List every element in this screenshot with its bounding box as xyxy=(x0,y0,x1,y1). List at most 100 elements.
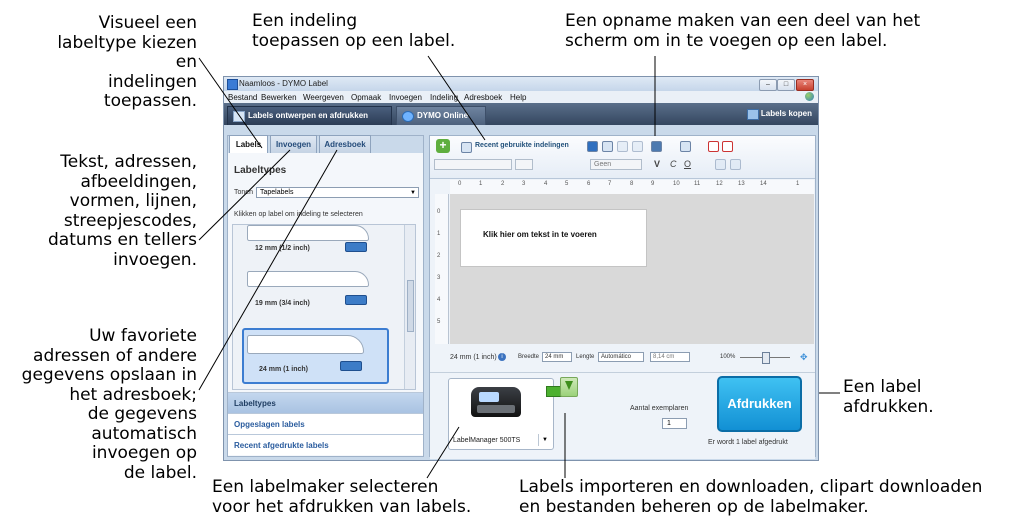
ruler-tick: 9 xyxy=(651,181,655,187)
tab-dymo-online[interactable]: DYMO Online xyxy=(396,106,486,125)
label-thumb-24mm xyxy=(247,335,364,354)
print-button[interactable]: Afdrukken xyxy=(717,376,802,432)
label-caption-24mm: 24 mm (1 inch) xyxy=(259,366,309,373)
minimize-button[interactable]: – xyxy=(759,79,777,91)
image-frame-icon[interactable] xyxy=(680,141,691,152)
tab-design-label: Labels ontwerpen en afdrukken xyxy=(248,111,369,120)
screenshot-icon[interactable] xyxy=(651,141,662,152)
font-size-select[interactable] xyxy=(515,159,533,170)
layout-menu-icon[interactable] xyxy=(345,242,367,252)
label-thumb-12mm[interactable] xyxy=(247,225,369,241)
paste-icon[interactable] xyxy=(617,141,628,152)
maximize-button[interactable]: □ xyxy=(777,79,795,91)
close-button[interactable]: × xyxy=(796,79,814,91)
label-selected-24mm[interactable]: 24 mm (1 inch) xyxy=(242,328,389,384)
buy-labels-link[interactable]: Labels kopen xyxy=(746,109,812,120)
text-style-icon[interactable] xyxy=(708,141,719,152)
copies-stepper[interactable]: 1 xyxy=(662,418,687,429)
recent-layouts-button[interactable]: Recent gebruikte indelingen xyxy=(475,142,569,149)
label-caption-12mm: 12 mm (1/2 inch) xyxy=(255,245,310,252)
ruler-tick: 13 xyxy=(738,181,745,187)
tab-adresboek[interactable]: Adresboek xyxy=(319,135,371,153)
dymo-window: Naamloos - DYMO Label – □ × Bestand Bewe… xyxy=(223,76,819,461)
menu-bestand[interactable]: Bestand xyxy=(228,93,257,102)
ruler-tick: 5 xyxy=(437,319,441,325)
tab-design-print[interactable]: Labels ontwerpen en afdrukken xyxy=(227,106,392,125)
section-saved-labels[interactable]: Opgeslagen labels xyxy=(228,413,423,434)
section-recent-printed[interactable]: Recent afgedrukte labels xyxy=(228,434,423,455)
length-cm-value: 8,14 cm xyxy=(653,354,675,360)
label-canvas: Klik hier om tekst in te voeren xyxy=(450,194,814,344)
length-value: Automático xyxy=(601,354,632,360)
horizontal-ruler: 0 1 2 3 4 5 6 7 8 9 10 11 12 13 14 1 xyxy=(450,180,814,195)
label-list-scrollbar[interactable] xyxy=(404,225,415,389)
cart-icon xyxy=(746,109,759,120)
print-icon[interactable] xyxy=(602,141,613,152)
underline-icon[interactable]: O xyxy=(684,159,691,169)
ruler-tick: 7 xyxy=(608,181,612,187)
save-icon[interactable] xyxy=(587,141,598,152)
ruler-tick: 14 xyxy=(760,181,767,187)
menu-weergeven[interactable]: Weergeven xyxy=(303,93,344,102)
print-area: LabelManager 500TS ▼ Aantal exemplaren 1… xyxy=(430,372,815,459)
label-placeholder-text[interactable]: Klik hier om tekst in te voeren xyxy=(483,230,597,239)
label-thumb-19mm[interactable] xyxy=(247,271,369,287)
show-select[interactable]: Tapelabels ▼ xyxy=(256,187,419,198)
style-select-value: Geen xyxy=(594,161,612,168)
label-editor[interactable]: Klik hier om tekst in te voeren xyxy=(460,209,647,267)
ruler-tick: 1 xyxy=(437,231,441,237)
callout-screenshot: Een opname maken van een deel van het sc… xyxy=(565,11,921,51)
menu-help[interactable]: Help xyxy=(510,93,526,102)
font-select[interactable] xyxy=(434,159,512,170)
ruler-tick: 5 xyxy=(565,181,569,187)
layout-icon[interactable] xyxy=(461,142,472,153)
width-select[interactable]: 24 mm xyxy=(542,352,572,362)
layout-menu-icon[interactable] xyxy=(340,361,362,371)
tab-labels[interactable]: Labels xyxy=(229,135,268,153)
scroll-thumb[interactable] xyxy=(407,280,414,332)
editor-panel: + Recent gebruikte indelingen Geen V C O… xyxy=(429,135,816,459)
fit-zoom-icon[interactable]: ✥ xyxy=(800,352,808,363)
length-cm-field[interactable]: 8,14 cm xyxy=(650,352,690,362)
ruler-tick: 1 xyxy=(796,181,800,187)
undo-icon[interactable] xyxy=(632,141,643,152)
menu-adresboek[interactable]: Adresboek xyxy=(464,93,502,102)
window-title: Naamloos - DYMO Label xyxy=(239,79,328,88)
callout-addressbook: Uw favoriete adressen of andere gegevens… xyxy=(21,326,197,483)
insert-plus-icon[interactable]: + xyxy=(436,139,450,153)
printer-name: LabelManager 500TS xyxy=(453,437,521,444)
ruler-tick: 2 xyxy=(501,181,505,187)
download-icon[interactable] xyxy=(560,377,578,397)
print-status: Er wordt 1 label afgedrukt xyxy=(708,439,788,446)
align-left-icon[interactable] xyxy=(715,159,726,170)
title-bar: Naamloos - DYMO Label – □ × xyxy=(224,77,818,91)
bold-icon[interactable]: V xyxy=(654,159,660,169)
ruler-tick: 8 xyxy=(630,181,634,187)
menu-invoegen[interactable]: Invoegen xyxy=(389,93,422,102)
toolbar: + Recent gebruikte indelingen Geen V C O xyxy=(430,136,815,179)
menu-bewerken[interactable]: Bewerken xyxy=(261,93,297,102)
italic-icon[interactable]: C xyxy=(670,159,677,169)
menu-indeling[interactable]: Indeling xyxy=(430,93,458,102)
globe-icon[interactable] xyxy=(805,92,814,101)
info-icon[interactable]: i xyxy=(498,353,506,361)
length-select[interactable]: Automático xyxy=(598,352,644,362)
align-center-icon[interactable] xyxy=(730,159,741,170)
ruler-tick: 3 xyxy=(437,275,441,281)
section-labeltypes[interactable]: Labeltypes xyxy=(228,392,423,413)
labelmaker-image xyxy=(471,387,521,417)
menu-opmaak[interactable]: Opmaak xyxy=(351,93,381,102)
layout-menu-icon[interactable] xyxy=(345,295,367,305)
printer-selector[interactable]: LabelManager 500TS ▼ xyxy=(448,378,564,450)
width-value: 24 mm xyxy=(545,354,564,360)
panel-title: Labeltypes xyxy=(234,165,287,176)
style-select[interactable]: Geen xyxy=(590,159,642,170)
chevron-down-icon: ▼ xyxy=(410,190,416,196)
chevron-down-icon[interactable]: ▼ xyxy=(538,434,551,446)
select-hint: Klikken op label om indeling te selecter… xyxy=(234,211,363,218)
label-size-text: 24 mm (1 inch) xyxy=(450,354,497,361)
text-style-alt-icon[interactable] xyxy=(722,141,733,152)
tab-invoegen[interactable]: Invoegen xyxy=(270,135,317,153)
ruler-tick: 1 xyxy=(479,181,483,187)
zoom-slider-knob[interactable] xyxy=(762,352,770,364)
